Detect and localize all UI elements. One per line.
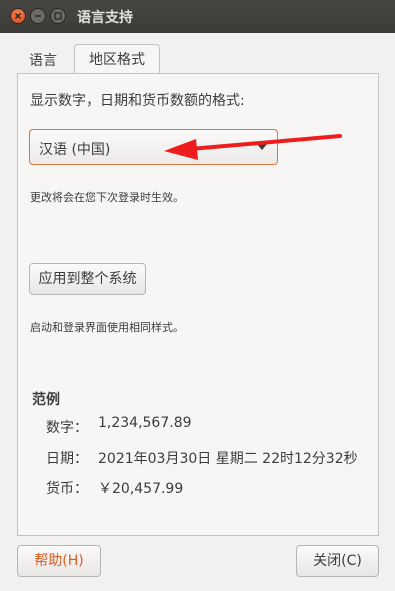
language-support-window: 语言支持 语言 地区格式 显示数字，日期和货币数额的格式: 汉语 (中国) 更改… (0, 0, 395, 591)
annotation-arrow-icon (164, 134, 342, 160)
